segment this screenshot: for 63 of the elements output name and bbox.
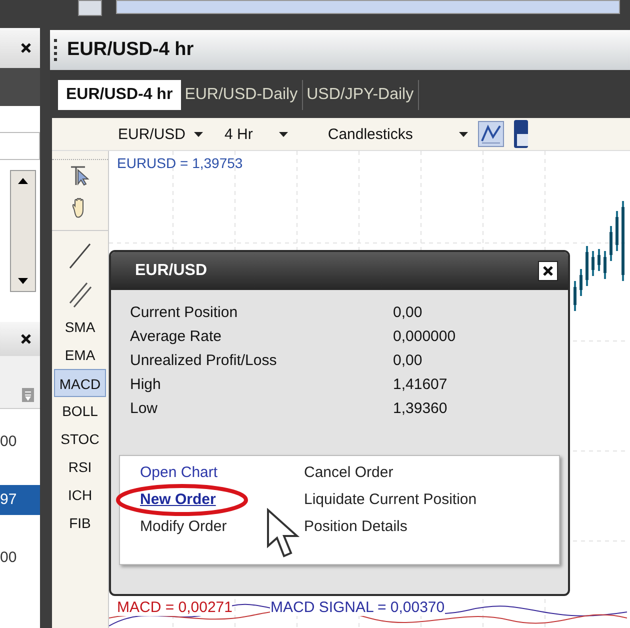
close-button[interactable] (538, 261, 558, 281)
line-chart-icon (478, 121, 504, 147)
popup-title: EUR/USD (135, 262, 208, 280)
indicator-button[interactable]: BOLL (54, 397, 106, 425)
filter-icon (22, 388, 34, 402)
action-link[interactable]: Liquidate Current Position (304, 491, 477, 508)
field-label: Unrealized Profit/Loss (130, 352, 278, 369)
dropdown[interactable]: Candlesticks (328, 126, 468, 142)
dropdown[interactable]: 4 Hr (224, 126, 288, 142)
panel-band (0, 68, 40, 106)
action-link[interactable]: Modify Order (140, 518, 227, 535)
indicator-button[interactable]: SMA (54, 313, 106, 341)
candle (616, 211, 618, 251)
save-icon (514, 120, 528, 148)
tab[interactable]: USD/JPY-Daily (302, 80, 419, 110)
field-label: High (130, 376, 162, 393)
field-value: 0,000000 (393, 328, 457, 345)
pointer-icon (69, 164, 91, 188)
field-label: Average Rate (130, 328, 222, 345)
table-cell[interactable]: 97 (0, 485, 40, 515)
dropdown[interactable]: EUR/USD (118, 126, 203, 142)
field-label: Low (130, 400, 159, 417)
table-cell[interactable]: 00 (0, 427, 40, 457)
indicator-button[interactable]: STOC (54, 425, 106, 453)
tab[interactable]: EUR/USD-Daily (180, 80, 303, 110)
field-value: 1,39360 (393, 400, 448, 417)
indicator-button[interactable]: EMA (54, 341, 106, 369)
field-label: Current Position (130, 304, 239, 321)
cursor-icon (265, 508, 301, 560)
close-icon (20, 42, 32, 54)
window-title: EUR/USD-4 hr (67, 39, 194, 61)
grip-icon[interactable] (54, 39, 59, 61)
candle (598, 249, 600, 271)
candle (580, 269, 582, 296)
field-value: 1,41607 (393, 376, 448, 393)
candle (592, 251, 594, 276)
scroll-button[interactable] (78, 0, 102, 16)
tab[interactable]: EUR/USD-4 hr (58, 80, 181, 110)
caret-icon (458, 132, 468, 136)
signal-label: MACD SIGNAL = 0,00370 (270, 599, 445, 616)
candle (604, 251, 606, 279)
indicator-button[interactable]: ICH (54, 481, 106, 509)
indicator-button[interactable]: FIB (54, 509, 106, 537)
action-link[interactable]: Position Details (304, 518, 408, 535)
indicator-button[interactable]: RSI (54, 453, 106, 481)
scrollbar[interactable] (10, 170, 36, 292)
table-cell[interactable]: 00 (0, 543, 40, 573)
indicator-button[interactable]: MACD (54, 369, 106, 397)
candle (586, 246, 588, 286)
field-value: 0,00 (393, 304, 424, 321)
close-icon (542, 265, 554, 277)
link[interactable]: Open Chart (140, 464, 218, 481)
line-tool-icon (67, 241, 93, 271)
action-link[interactable]: Cancel Order (304, 464, 394, 481)
macd-label: MACD = 0,00271 (117, 599, 232, 616)
close-icon (20, 333, 32, 345)
input-field[interactable] (0, 132, 40, 160)
candle (574, 281, 576, 311)
field-value: 0,00 (393, 352, 424, 369)
price-label: EURUSD = 1,39753 (116, 154, 244, 173)
candle (610, 226, 612, 261)
caret-icon (278, 132, 288, 136)
caret-icon (194, 132, 203, 136)
